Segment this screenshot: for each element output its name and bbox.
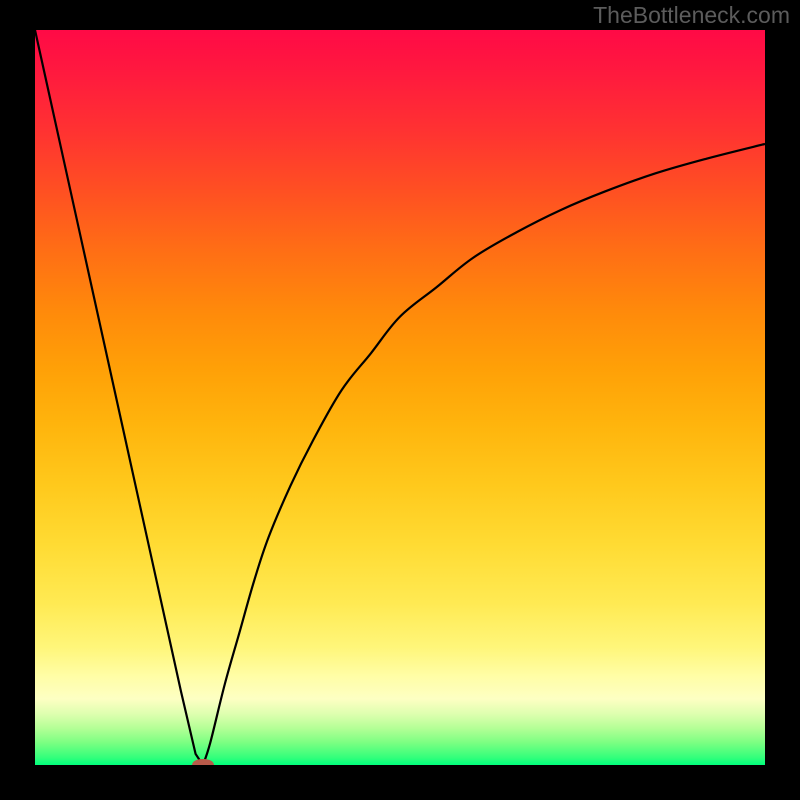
minimum-marker bbox=[192, 759, 214, 765]
curve-right-branch bbox=[203, 144, 765, 765]
bottleneck-curve bbox=[35, 30, 765, 765]
chart-frame: TheBottleneck.com bbox=[0, 0, 800, 800]
curve-left-branch bbox=[35, 30, 203, 765]
attribution-text: TheBottleneck.com bbox=[593, 2, 790, 29]
plot-area bbox=[35, 30, 765, 765]
